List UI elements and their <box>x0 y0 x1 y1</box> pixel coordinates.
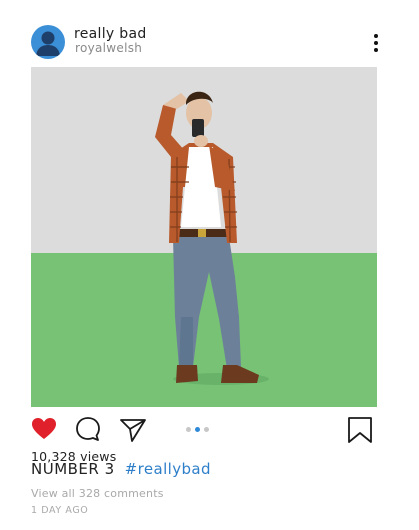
caption-title: NUMBER 3 <box>31 460 115 478</box>
user-avatar-icon[interactable] <box>31 25 65 59</box>
post-header: really bad royalwelsh <box>0 0 419 66</box>
carousel-dot <box>204 427 209 432</box>
post-timestamp: 1 DAY AGO <box>31 505 89 516</box>
carousel-indicator <box>186 427 213 433</box>
view-comments-link[interactable]: View all 328 comments <box>31 487 164 500</box>
carousel-dot-active <box>195 427 200 432</box>
send-icon[interactable] <box>119 417 147 443</box>
post-username[interactable]: really bad <box>74 26 147 42</box>
post-photo[interactable] <box>31 67 377 407</box>
comment-icon[interactable] <box>75 416 101 442</box>
more-vertical-icon[interactable] <box>369 32 383 54</box>
post-handle[interactable]: royalwelsh <box>75 41 142 55</box>
post-caption: NUMBER 3 #reallybad <box>31 460 211 478</box>
heart-icon[interactable] <box>31 417 57 441</box>
caption-hashtag[interactable]: #reallybad <box>125 460 211 478</box>
carousel-dot <box>186 427 191 432</box>
bookmark-icon[interactable] <box>347 416 373 444</box>
